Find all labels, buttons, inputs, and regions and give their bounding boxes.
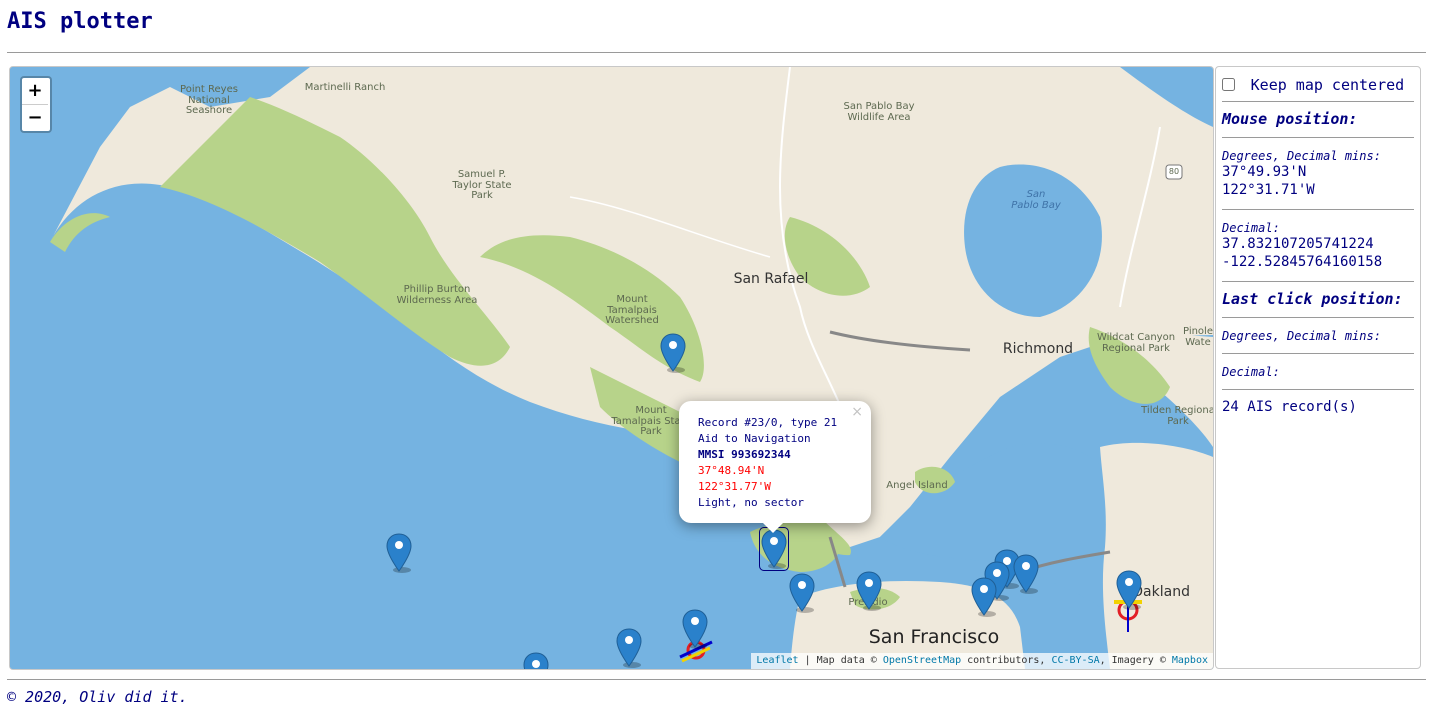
divider <box>1222 209 1414 210</box>
map-label-point-reyes: Point Reyes National Seashore <box>180 84 238 116</box>
popup-record: Record #23/0, type 21 <box>698 416 838 429</box>
mouse-position-heading: Mouse position: <box>1222 110 1358 128</box>
divider <box>1222 137 1414 138</box>
ais-marker[interactable] <box>616 628 642 668</box>
keep-centered-label[interactable]: Keep map centered <box>1251 76 1405 94</box>
map-label-tilden-park: Tilden Regiona Park <box>1141 405 1214 427</box>
popup-mmsi: MMSI 993692344 <box>698 448 791 461</box>
openstreetmap-link[interactable]: OpenStreetMap <box>883 655 961 666</box>
attribution-text-1: | Map data © <box>798 655 883 666</box>
mouse-longitude-decimal: -122.52845764160158 <box>1222 254 1383 270</box>
ais-marker[interactable] <box>789 573 815 613</box>
popup-latitude: 37°48.94'N <box>698 464 765 477</box>
last-click-heading: Last click position: <box>1222 290 1403 308</box>
page-title: AIS plotter <box>7 9 153 34</box>
zoom-out-button[interactable]: − <box>22 104 48 131</box>
mouse-latitude: 37°49.93'N <box>1222 164 1307 180</box>
footer: © 2020, Oliv did it. <box>7 688 188 706</box>
popup-category: Aid to Navigation <box>698 432 811 445</box>
map-label-richmond: Richmond <box>1002 341 1074 357</box>
ais-marker[interactable] <box>856 571 882 611</box>
mouse-longitude: 122°31.71'W <box>1222 182 1315 198</box>
divider <box>1222 281 1414 282</box>
popup-tip <box>763 523 783 533</box>
divider <box>1222 353 1414 354</box>
divider <box>1222 317 1414 318</box>
popup-description: Light, no sector <box>698 496 804 509</box>
mapbox-link[interactable]: Mapbox <box>1172 655 1208 666</box>
ais-marker[interactable] <box>386 533 412 573</box>
info-panel: Keep map centered Mouse position: Degree… <box>1215 66 1421 669</box>
ais-marker[interactable] <box>1013 554 1039 594</box>
cc-by-sa-link[interactable]: CC-BY-SA <box>1051 655 1099 666</box>
top-divider <box>7 52 1426 53</box>
highway-shield-label: 80 <box>1168 167 1180 176</box>
map-label-san-rafael: San Rafael <box>733 271 809 287</box>
map-attribution: Leaflet | Map data © OpenStreetMap contr… <box>751 653 1213 669</box>
map-label-phillip-burton: Phillip Burton Wilderness Area <box>396 284 478 306</box>
attribution-text-2: contributors, <box>961 655 1052 666</box>
keep-centered-checkbox[interactable] <box>1222 78 1235 91</box>
mouse-latitude-decimal: 37.832107205741224 <box>1222 236 1374 252</box>
map-label-san-pablo-bay-wildlife: San Pablo Bay Wildlife Area <box>843 101 915 123</box>
leaflet-link[interactable]: Leaflet <box>756 655 798 666</box>
click-degrees-label: Degrees, Decimal mins: <box>1222 329 1381 343</box>
mouse-decimal-label: Decimal: <box>1222 221 1280 235</box>
map-label-martinelli-ranch: Martinelli Ranch <box>304 82 386 93</box>
zoom-in-button[interactable]: + <box>22 78 48 104</box>
map-label-san-francisco: San Francisco <box>868 626 1000 648</box>
ais-record-popup: × Record #23/0, type 21 Aid to Navigatio… <box>679 401 871 533</box>
keep-centered-row[interactable]: Keep map centered <box>1222 74 1404 94</box>
click-decimal-label: Decimal: <box>1222 365 1280 379</box>
ais-marker[interactable] <box>523 652 549 669</box>
ais-marker[interactable] <box>682 609 708 649</box>
map-label-pinole: Pinole Wate <box>1183 326 1213 348</box>
map-label-wildcat-canyon: Wildcat Canyon Regional Park <box>1096 332 1176 354</box>
divider <box>1222 101 1414 102</box>
popup-close-button[interactable]: × <box>851 404 863 420</box>
popup-longitude: 122°31.77'W <box>698 480 771 493</box>
map-label-mount-tamalpais-watershed: Mount Tamalpais Watershed <box>605 294 659 326</box>
record-count: 24 AIS record(s) <box>1222 399 1357 415</box>
map-label-samuel-p-taylor: Samuel P. Taylor State Park <box>452 169 512 201</box>
zoom-control: + − <box>20 76 52 133</box>
map-label-san-pablo-bay: San Pablo Bay <box>1011 189 1061 211</box>
ais-marker[interactable] <box>660 333 686 373</box>
attribution-text-3: , Imagery © <box>1099 655 1172 666</box>
map-label-angel-island: Angel Island <box>886 480 948 491</box>
bottom-divider <box>7 679 1426 680</box>
mouse-degrees-label: Degrees, Decimal mins: <box>1222 149 1381 163</box>
divider <box>1222 389 1414 390</box>
ais-marker[interactable] <box>971 577 997 617</box>
ais-marker-selected[interactable] <box>759 527 789 571</box>
ais-marker[interactable] <box>1116 570 1142 610</box>
map-view[interactable]: Point Reyes National Seashore Martinelli R… <box>9 66 1214 670</box>
